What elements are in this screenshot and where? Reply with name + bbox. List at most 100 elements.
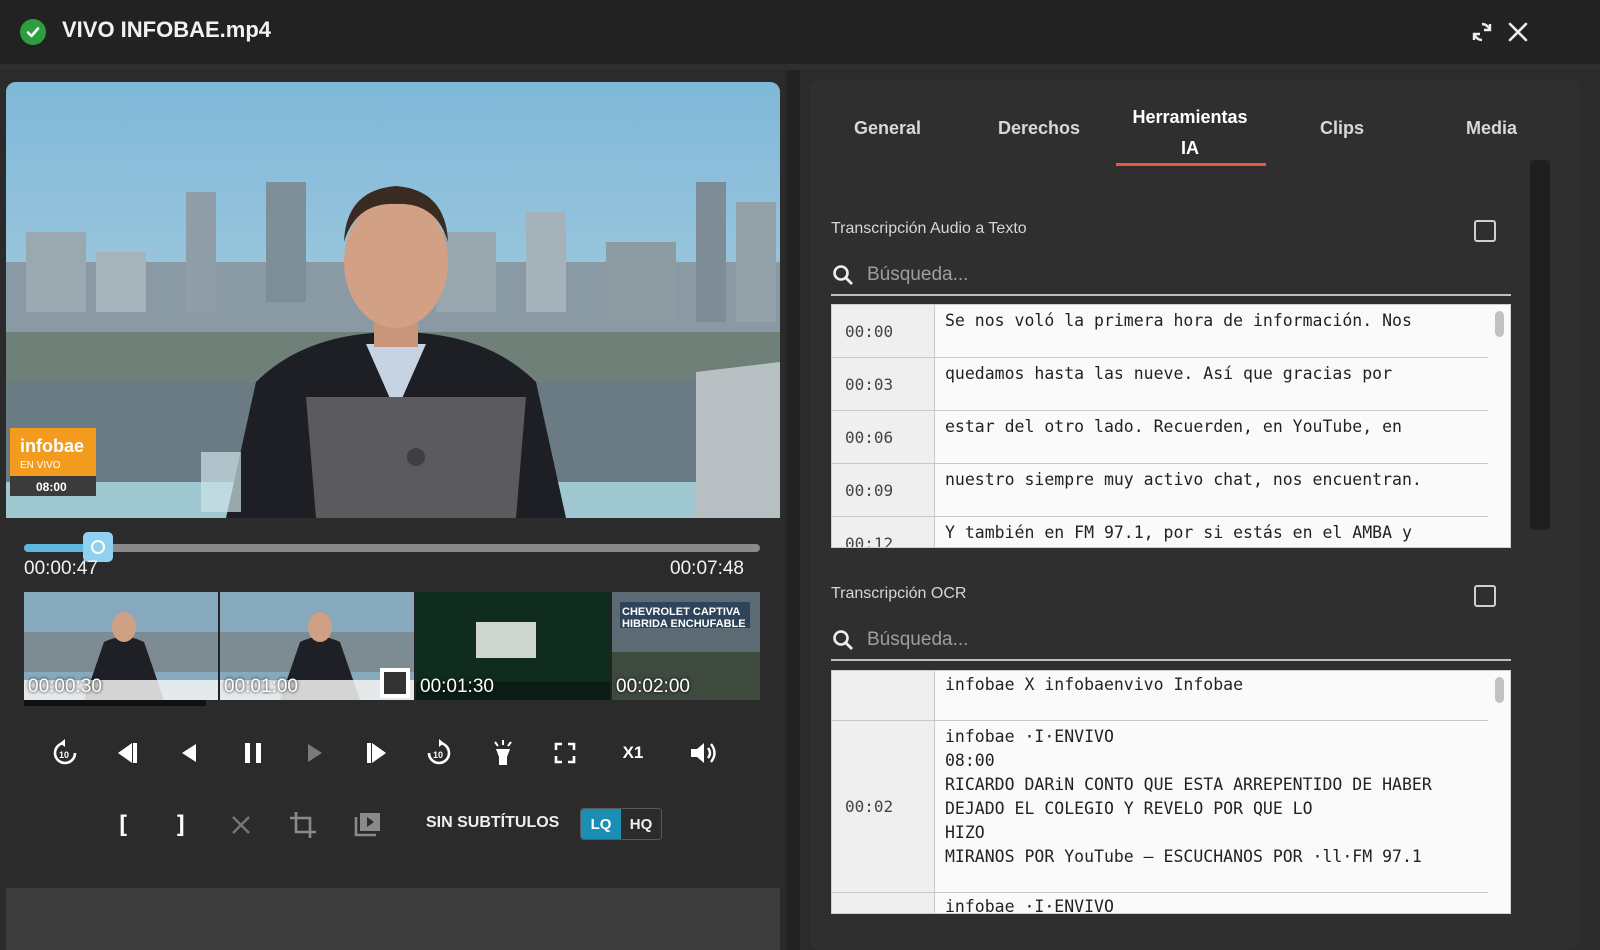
thumbnail-strip: 00:00:30 00:01:00 00:01:30 CHEVROLET CAP… xyxy=(24,592,760,700)
tab-herramientas-ia[interactable]: Herramientas IA xyxy=(1120,102,1260,164)
pause-button[interactable] xyxy=(230,730,276,776)
quality-lq-button[interactable]: LQ xyxy=(581,809,621,839)
player-panel: infobae EN VIVO 08:00 00:00:47 00:07:48 … xyxy=(0,70,786,950)
tab-clips[interactable]: Clips xyxy=(1320,118,1364,139)
transcript-row[interactable]: 00:09 nuestro siempre muy activo chat, no… xyxy=(832,464,1488,517)
panel-divider[interactable] xyxy=(786,70,800,950)
previous-frame-button[interactable] xyxy=(104,730,150,776)
play-icon xyxy=(308,744,322,762)
transcript-row[interactable]: 00:00 Se nos voló la primera hora de info… xyxy=(832,305,1488,358)
row-time: 00:00 xyxy=(832,305,935,357)
subtitles-selector[interactable]: SIN SUBTÍTULOS xyxy=(426,814,559,832)
audio-transcription-checkbox[interactable] xyxy=(1474,220,1496,242)
refresh-icon xyxy=(1472,22,1492,42)
forward-10-button[interactable]: 10 xyxy=(416,730,462,776)
thumbnail[interactable]: 00:00:30 xyxy=(24,592,220,700)
clip-preview-button[interactable] xyxy=(344,802,390,848)
check-circle-icon xyxy=(20,19,46,45)
row-time: 00:02 xyxy=(832,721,935,892)
thumbnail-time: 00:01:00 xyxy=(224,676,298,697)
transcript-row[interactable]: 00:03 quedamos hasta las nueve. Así que g… xyxy=(832,358,1488,411)
close-icon xyxy=(1508,22,1528,42)
volume-icon xyxy=(691,743,716,763)
audio-transcript-rows: 00:00 Se nos voló la primera hora de info… xyxy=(832,305,1488,547)
rewind-10-button[interactable]: 10 xyxy=(42,730,88,776)
overlay-logo: infobae xyxy=(20,436,84,456)
skip-next-icon xyxy=(367,743,386,763)
quality-hq-button[interactable]: HQ xyxy=(621,809,661,839)
video-image: infobae EN VIVO 08:00 xyxy=(6,82,780,518)
flashlight-icon xyxy=(494,740,512,765)
step-back-button[interactable] xyxy=(166,730,212,776)
crop-button[interactable] xyxy=(280,802,326,848)
ocr-transcript-rows: infobae X infobaenvivo Infobae 00:02 info… xyxy=(832,671,1488,914)
thumbnail-time: 00:00:30 xyxy=(28,676,102,697)
replay-10-icon: 10 xyxy=(53,739,77,765)
thumbnail[interactable]: 00:01:00 xyxy=(220,592,416,700)
row-text: nuestro siempre muy activo chat, nos enc… xyxy=(945,470,1422,489)
tab-media[interactable]: Media xyxy=(1466,118,1517,139)
transcript-row[interactable]: 00:12 Y también en FM 97.1, por si estás … xyxy=(832,517,1488,547)
transcript-row[interactable]: infobae X infobaenvivo Infobae xyxy=(832,671,1488,721)
play-button[interactable] xyxy=(292,730,338,776)
audio-transcript-table: 00:00 Se nos voló la primera hora de info… xyxy=(831,304,1511,548)
fullscreen-button[interactable] xyxy=(542,730,588,776)
tab-general[interactable]: General xyxy=(854,118,921,139)
row-text: Se nos voló la primera hora de informaci… xyxy=(945,311,1412,330)
ocr-transcript-scrollbar[interactable] xyxy=(1490,673,1508,911)
progress-bar[interactable] xyxy=(24,532,760,562)
play-reverse-icon xyxy=(182,744,196,762)
row-time xyxy=(832,671,935,720)
overlay-logo-sub: EN VIVO xyxy=(20,460,61,471)
mark-out-button[interactable]: ] xyxy=(158,802,204,848)
audio-search xyxy=(831,256,1511,296)
row-text: infobae ·I·ENVIVO xyxy=(945,897,1114,914)
search-icon xyxy=(833,630,853,650)
video-frame[interactable]: infobae EN VIVO 08:00 xyxy=(6,82,780,518)
highlight-button[interactable] xyxy=(480,730,526,776)
row-time: 00:12 xyxy=(832,517,935,547)
svg-text:10: 10 xyxy=(433,750,443,760)
thumbnail-time: 00:01:30 xyxy=(420,676,494,697)
ocr-search-input[interactable] xyxy=(867,629,1467,651)
speed-button[interactable]: X1 xyxy=(610,730,656,776)
row-time: 00:09 xyxy=(832,464,935,516)
mark-in-button[interactable]: [ xyxy=(100,802,146,848)
row-text: estar del otro lado. Recuerden, en YouTu… xyxy=(945,417,1402,436)
thumbnail[interactable]: 00:01:30 xyxy=(416,592,612,700)
ocr-transcript-table: infobae X infobaenvivo Infobae 00:02 info… xyxy=(831,670,1511,914)
details-card: General Derechos Herramientas IA Clips M… xyxy=(810,80,1580,950)
ocr-transcription-checkbox[interactable] xyxy=(1474,585,1496,607)
transcript-row[interactable]: 00:02 infobae ·I·ENVIVO 08:00 RICARDO DAR… xyxy=(832,721,1488,893)
overlay-clock: 08:00 xyxy=(36,480,67,494)
row-time: 00:03 xyxy=(832,358,935,410)
audio-search-input[interactable] xyxy=(867,264,1467,286)
tab-label-line2: IA xyxy=(1181,138,1199,158)
edit-controls: [ ] SIN SUBTÍTULOS LQ HQ xyxy=(0,802,786,862)
audio-transcript-scrollbar[interactable] xyxy=(1490,307,1508,545)
total-time: 00:07:48 xyxy=(670,558,744,579)
details-scrollbar[interactable] xyxy=(1530,160,1550,530)
tab-bar: General Derechos Herramientas IA Clips M… xyxy=(810,80,1570,172)
volume-button[interactable] xyxy=(680,730,726,776)
video-library-icon xyxy=(354,813,380,837)
refresh-button[interactable] xyxy=(1468,18,1496,46)
details-panel: General Derechos Herramientas IA Clips M… xyxy=(800,70,1600,950)
transcript-row[interactable]: 00:06 estar del otro lado. Recuerden, en … xyxy=(832,411,1488,464)
title-bar: VIVO INFOBAE.mp4 xyxy=(0,0,1600,64)
transcript-row[interactable]: infobae ·I·ENVIVO xyxy=(832,893,1488,914)
next-frame-button[interactable] xyxy=(354,730,400,776)
current-time: 00:00:47 xyxy=(24,558,98,579)
ocr-search xyxy=(831,621,1511,661)
thumbnail-scrollbar[interactable] xyxy=(24,700,206,706)
tab-label-line1: Herramientas xyxy=(1132,107,1248,127)
clear-marks-button[interactable] xyxy=(218,802,264,848)
row-text: infobae X infobaenvivo Infobae xyxy=(945,675,1244,694)
lower-panel xyxy=(6,888,780,950)
tab-derechos[interactable]: Derechos xyxy=(998,118,1080,139)
thumbnail-time: 00:02:00 xyxy=(616,676,690,697)
fullscreen-icon xyxy=(554,742,576,764)
row-text: quedamos hasta las nueve. Así que gracia… xyxy=(945,364,1393,383)
close-button[interactable] xyxy=(1504,18,1532,46)
thumbnail[interactable]: CHEVROLET CAPTIVA HIBRIDA ENCHUFABLE 00:… xyxy=(612,592,760,700)
